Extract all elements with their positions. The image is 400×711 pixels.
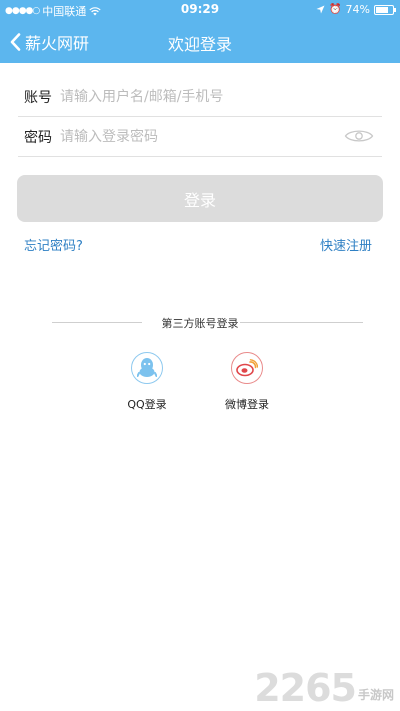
status-right: ⏰ 74% <box>316 3 396 16</box>
battery-percent: 74% <box>345 3 370 16</box>
password-input[interactable] <box>60 121 382 152</box>
watermark-number: 2265 <box>254 666 357 710</box>
account-input[interactable] <box>60 81 382 112</box>
weibo-login-button[interactable]: 微博登录 <box>207 352 287 412</box>
account-label: 账号 <box>24 89 52 106</box>
nav-bar: 薪火网研 欢迎登录 <box>0 20 400 63</box>
page-title: 欢迎登录 <box>167 35 232 54</box>
qq-login-label: QQ登录 <box>127 398 167 411</box>
alarm-icon: ⏰ <box>329 4 342 15</box>
location-icon <box>316 5 325 14</box>
qq-login-button[interactable]: QQ登录 <box>107 352 187 412</box>
battery-icon <box>374 4 396 15</box>
watermark-text: 手游网 <box>357 688 394 702</box>
password-row: 密码 <box>18 117 382 157</box>
forgot-password-link[interactable]: 忘记密码? <box>24 235 83 254</box>
divider-right <box>240 322 363 323</box>
third-party-title: 第三方账号登录 <box>161 317 239 330</box>
password-label: 密码 <box>24 129 52 146</box>
weibo-icon <box>231 352 263 384</box>
qq-icon <box>131 352 163 384</box>
register-link[interactable]: 快速注册 <box>320 235 372 254</box>
login-button[interactable]: 登录 <box>17 175 383 222</box>
status-bar: ●●●●○ 中国联通 09:29 ⏰ 74% <box>0 0 400 20</box>
eye-icon[interactable] <box>344 128 374 144</box>
watermark: 2265 手游网 <box>254 669 394 707</box>
weibo-login-label: 微博登录 <box>225 398 269 411</box>
account-row: 账号 <box>18 77 382 117</box>
